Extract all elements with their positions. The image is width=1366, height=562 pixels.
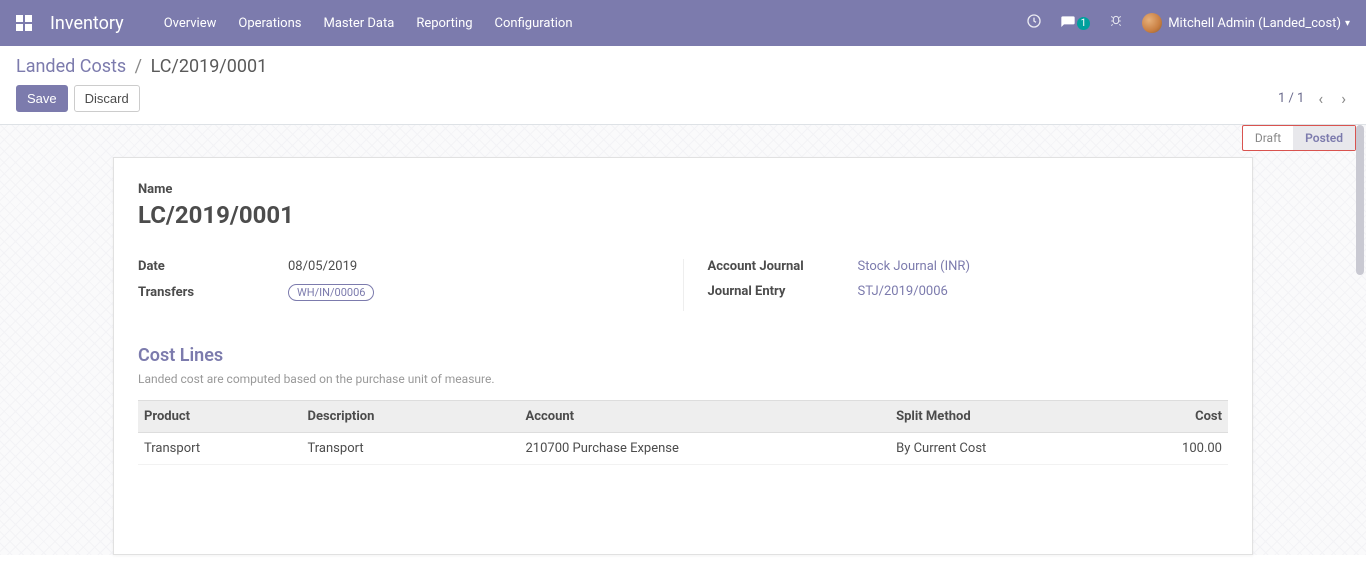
breadcrumb-root[interactable]: Landed Costs [16,56,126,77]
account-journal-label: Account Journal [708,259,858,274]
cost-lines-table: Product Description Account Split Method… [138,400,1228,465]
user-menu[interactable]: Mitchell Admin (Landed_cost) ▾ [1142,13,1350,33]
cell-cost[interactable]: 100.00 [1119,433,1228,465]
date-label: Date [138,259,288,274]
cell-description[interactable]: Transport [302,433,520,465]
pager-prev-icon[interactable]: ‹ [1314,89,1327,108]
caret-down-icon: ▾ [1345,18,1350,29]
cost-lines-title: Cost Lines [138,345,1228,366]
navbar: Inventory Overview Operations Master Dat… [0,0,1366,46]
activity-icon[interactable] [1026,13,1042,33]
breadcrumb-sep: / [135,56,142,77]
control-panel: Landed Costs / LC/2019/0001 Save Discard… [0,46,1366,125]
name-label: Name [138,182,1228,197]
cost-lines-note: Landed cost are computed based on the pu… [138,372,1228,386]
form-sheet: Name LC/2019/0001 Date 08/05/2019 Transf… [113,157,1253,555]
breadcrumb: Landed Costs / LC/2019/0001 [16,56,1350,77]
col-product[interactable]: Product [138,401,302,433]
messaging-menu[interactable]: 1 [1060,15,1091,31]
menu-reporting[interactable]: Reporting [416,16,472,31]
journal-entry-value[interactable]: STJ/2019/0006 [858,284,948,299]
menu-overview[interactable]: Overview [164,16,217,31]
transfers-label: Transfers [138,285,288,300]
status-draft[interactable]: Draft [1243,126,1293,150]
name-value: LC/2019/0001 [138,201,1228,229]
account-journal-value[interactable]: Stock Journal (INR) [858,259,970,274]
messaging-badge: 1 [1077,17,1091,30]
journal-entry-label: Journal Entry [708,284,858,299]
table-row[interactable]: Transport Transport 210700 Purchase Expe… [138,433,1228,465]
discard-button[interactable]: Discard [74,85,140,112]
debug-icon[interactable] [1108,13,1124,33]
col-description[interactable]: Description [302,401,520,433]
menu-configuration[interactable]: Configuration [495,16,573,31]
avatar [1142,13,1162,33]
brand-title[interactable]: Inventory [50,13,124,34]
menu-master-data[interactable]: Master Data [323,16,394,31]
scrollbar-thumb[interactable] [1356,125,1364,275]
pager-next-icon[interactable]: › [1337,89,1350,108]
status-posted[interactable]: Posted [1293,126,1355,150]
save-button[interactable]: Save [16,85,68,112]
menu-operations[interactable]: Operations [238,16,301,31]
cell-product[interactable]: Transport [138,433,302,465]
user-name: Mitchell Admin (Landed_cost) [1168,16,1341,31]
breadcrumb-current: LC/2019/0001 [151,56,268,77]
status-bar: Draft Posted [1242,125,1356,151]
cell-split[interactable]: By Current Cost [890,433,1119,465]
col-account[interactable]: Account [520,401,891,433]
date-value[interactable]: 08/05/2019 [288,259,357,274]
col-split[interactable]: Split Method [890,401,1119,433]
form-view: Draft Posted Name LC/2019/0001 Date 08/0… [0,125,1366,555]
transfers-tag[interactable]: WH/IN/00006 [288,284,374,301]
col-cost[interactable]: Cost [1119,401,1228,433]
apps-icon[interactable] [16,15,32,31]
top-menu: Overview Operations Master Data Reportin… [164,16,1026,31]
pager-text[interactable]: 1 / 1 [1278,91,1304,106]
pager: 1 / 1 ‹ › [1278,89,1350,108]
cell-account[interactable]: 210700 Purchase Expense [520,433,891,465]
navbar-right: 1 Mitchell Admin (Landed_cost) ▾ [1026,13,1350,33]
